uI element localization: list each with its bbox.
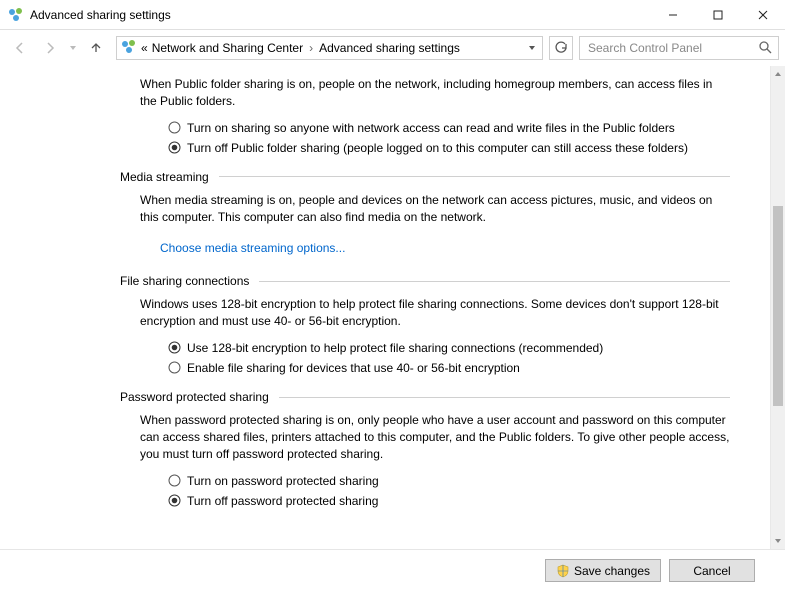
chevron-right-icon[interactable]: › [307,41,315,55]
button-label: Save changes [574,564,650,578]
section-title: Media streaming [120,170,209,184]
password-sharing-description: When password protected sharing is on, o… [140,412,730,462]
search-input[interactable] [586,40,758,56]
address-bar[interactable]: « Network and Sharing Center › Advanced … [116,36,543,60]
window-title: Advanced sharing settings [30,8,650,22]
maximize-button[interactable] [695,0,740,30]
scroll-down-arrow-icon[interactable] [771,533,785,549]
shield-icon [556,564,570,578]
password-sharing-header: Password protected sharing [120,390,730,404]
navigation-bar: « Network and Sharing Center › Advanced … [0,30,785,66]
address-dropdown-icon[interactable] [528,41,538,55]
public-folder-off-option[interactable]: Turn off Public folder sharing (people l… [168,140,730,156]
footer-buttons: Save changes Cancel [0,549,785,591]
radio-unchecked-icon [168,361,181,374]
network-sharing-icon [121,39,137,58]
up-button[interactable] [82,34,110,62]
scroll-up-arrow-icon[interactable] [771,66,785,82]
radio-checked-icon [168,141,181,154]
breadcrumb-ellipsis[interactable]: « [141,41,148,55]
save-changes-button[interactable]: Save changes [545,559,661,582]
radio-checked-icon [168,341,181,354]
radio-checked-icon [168,494,181,507]
window-controls [650,0,785,29]
public-folder-radio-group: Turn on sharing so anyone with network a… [168,120,730,156]
radio-label: Enable file sharing for devices that use… [187,360,520,376]
network-sharing-icon [8,7,24,23]
password-off-option[interactable]: Turn off password protected sharing [168,493,730,509]
password-on-option[interactable]: Turn on password protected sharing [168,473,730,489]
recent-locations-dropdown[interactable] [66,34,80,62]
media-streaming-header: Media streaming [120,170,730,184]
divider [279,397,730,398]
password-sharing-radio-group: Turn on password protected sharing Turn … [168,473,730,509]
vertical-scrollbar[interactable] [770,66,785,549]
back-button[interactable] [6,34,34,62]
minimize-button[interactable] [650,0,695,30]
breadcrumb-item[interactable]: Advanced sharing settings [319,41,460,55]
radio-label: Turn off Public folder sharing (people l… [187,140,688,156]
refresh-button[interactable] [549,36,573,60]
divider [259,281,730,282]
radio-label: Turn on sharing so anyone with network a… [187,120,675,136]
scroll-thumb[interactable] [773,206,783,406]
button-label: Cancel [693,564,730,578]
section-title: File sharing connections [120,274,249,288]
public-folder-description: When Public folder sharing is on, people… [140,76,730,110]
radio-label: Use 128-bit encryption to help protect f… [187,340,603,356]
cancel-button[interactable]: Cancel [669,559,755,582]
radio-label: Turn on password protected sharing [187,473,379,489]
file-sharing-header: File sharing connections [120,274,730,288]
media-streaming-description: When media streaming is on, people and d… [140,192,730,226]
content-area: When Public folder sharing is on, people… [0,66,770,549]
close-button[interactable] [740,0,785,30]
forward-button[interactable] [36,34,64,62]
search-icon[interactable] [758,40,772,57]
file-sharing-description: Windows uses 128-bit encryption to help … [140,296,730,330]
section-title: Password protected sharing [120,390,269,404]
radio-unchecked-icon [168,121,181,134]
breadcrumb-item[interactable]: Network and Sharing Center [152,41,303,55]
encryption-low-option[interactable]: Enable file sharing for devices that use… [168,360,730,376]
radio-unchecked-icon [168,474,181,487]
encryption-128-option[interactable]: Use 128-bit encryption to help protect f… [168,340,730,356]
public-folder-on-option[interactable]: Turn on sharing so anyone with network a… [168,120,730,136]
divider [219,176,730,177]
media-streaming-options-link[interactable]: Choose media streaming options... [160,240,345,257]
file-sharing-radio-group: Use 128-bit encryption to help protect f… [168,340,730,376]
search-box[interactable] [579,36,779,60]
titlebar: Advanced sharing settings [0,0,785,30]
radio-label: Turn off password protected sharing [187,493,378,509]
